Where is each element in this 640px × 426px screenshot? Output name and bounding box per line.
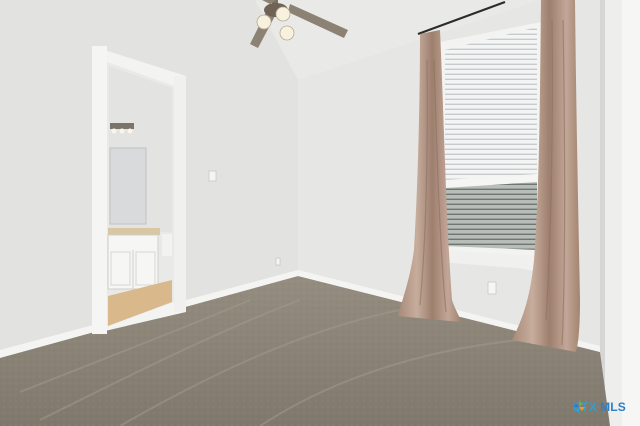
outlet-icon bbox=[275, 257, 281, 266]
watermark-mls-text: MLS bbox=[600, 400, 626, 414]
window-blinds-icon bbox=[445, 27, 537, 184]
vanity-light bbox=[110, 123, 134, 129]
room-photo: CTX MLS bbox=[0, 0, 640, 426]
outlet-icon bbox=[487, 281, 497, 295]
toilet bbox=[162, 234, 172, 256]
ctxmls-watermark: CTX MLS bbox=[572, 400, 626, 414]
room-illustration bbox=[0, 0, 640, 426]
bathroom-mirror bbox=[109, 147, 147, 225]
ctxmls-pinwheel-icon bbox=[573, 401, 586, 413]
light-switch-icon bbox=[208, 170, 217, 182]
vanity-countertop bbox=[108, 228, 160, 235]
bathroom-doorway bbox=[92, 46, 186, 334]
